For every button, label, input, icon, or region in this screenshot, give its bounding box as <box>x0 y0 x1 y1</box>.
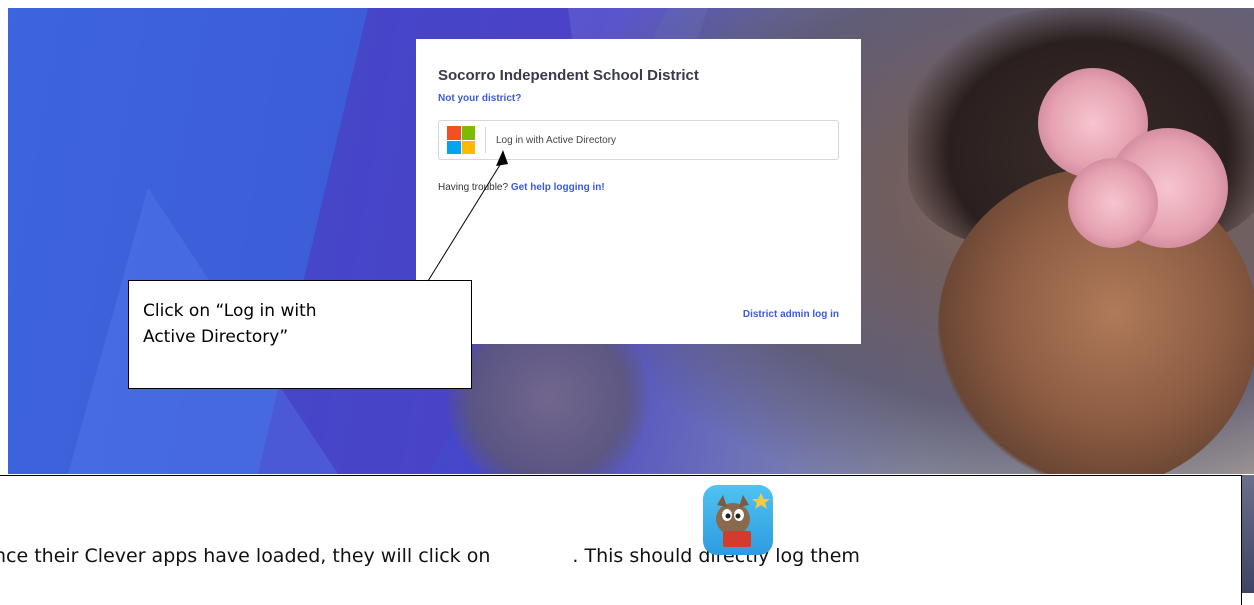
callout-line-2: Active Directory” <box>143 326 289 347</box>
clever-login-screenshot: Socorro Independent School District Not … <box>8 8 1254 474</box>
squirrel-reading-app-icon[interactable] <box>703 485 773 555</box>
get-help-link[interactable]: Get help logging in! <box>511 182 605 193</box>
callout-line-1: Click on “Log in with <box>143 301 317 321</box>
district-admin-login-link[interactable]: District admin log in <box>743 309 839 320</box>
app-icon-art <box>716 493 770 547</box>
district-name: Socorro Independent School District <box>438 67 699 84</box>
active-directory-login-button[interactable]: Log in with Active Directory <box>438 120 839 160</box>
instruction-panel <box>0 475 1242 605</box>
microsoft-logo-icon <box>447 126 475 154</box>
active-directory-label: Log in with Active Directory <box>496 134 617 146</box>
not-your-district-link[interactable]: Not your district? <box>438 93 521 104</box>
trouble-line: Having trouble? Get help logging in! <box>438 182 839 193</box>
button-divider <box>485 127 486 153</box>
instruction-before-icon: nce their Clever apps have loaded, they … <box>0 545 491 567</box>
screenshot-edge-strip <box>1242 475 1254 593</box>
trouble-text: Having trouble? <box>438 182 509 193</box>
login-card: Socorro Independent School District Not … <box>416 39 861 344</box>
hair-flower <box>1068 158 1158 248</box>
instruction-callout: Click on “Log in with Active Directory” <box>128 280 472 389</box>
